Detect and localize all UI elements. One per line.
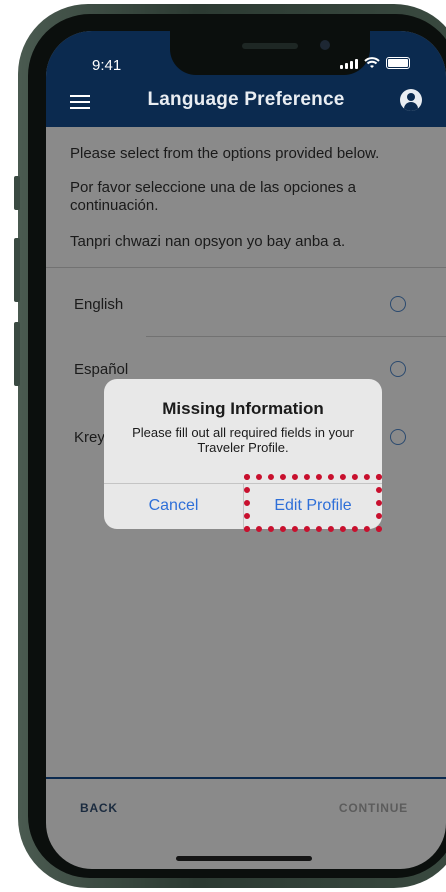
volume-down-button — [14, 322, 20, 386]
signal-icon — [340, 59, 358, 69]
volume-up-button — [14, 238, 20, 302]
instruction-english: Please select from the options provided … — [70, 145, 380, 162]
continue-button[interactable]: CONTINUE — [339, 801, 408, 815]
back-button[interactable]: BACK — [80, 801, 118, 815]
top-app-bar: 9:41 Language Preference — [46, 31, 446, 127]
row-divider — [146, 336, 446, 337]
dialog-title: Missing Information — [162, 399, 324, 418]
front-camera — [320, 40, 330, 50]
app-screen: 9:41 Language Preference Please select f… — [46, 31, 446, 869]
wifi-icon — [364, 57, 380, 68]
speaker — [242, 43, 298, 49]
home-indicator — [176, 856, 312, 861]
radio-icon[interactable] — [390, 429, 406, 445]
profile-icon[interactable] — [400, 89, 422, 111]
page-title: Language Preference — [147, 89, 345, 110]
mute-switch — [14, 176, 20, 210]
status-time: 9:41 — [92, 57, 122, 74]
radio-icon[interactable] — [390, 296, 406, 312]
highlight-annotation — [244, 474, 382, 532]
section-divider — [46, 267, 446, 268]
dialog-message: Please fill out all required fields in y… — [132, 425, 354, 455]
language-option-kreyol[interactable]: Krey — [74, 429, 105, 446]
status-icons — [340, 57, 410, 69]
battery-icon — [386, 57, 410, 69]
radio-icon[interactable] — [390, 361, 406, 377]
instruction-spanish: Por favor seleccione una de las opciones… — [70, 179, 357, 214]
language-option-espanol[interactable]: Español — [74, 361, 128, 378]
language-option-english[interactable]: English — [74, 296, 123, 313]
cancel-button[interactable]: Cancel — [104, 483, 243, 529]
instruction-creole: Tanpri chwazi nan opsyon yo bay anba a. — [70, 233, 346, 250]
